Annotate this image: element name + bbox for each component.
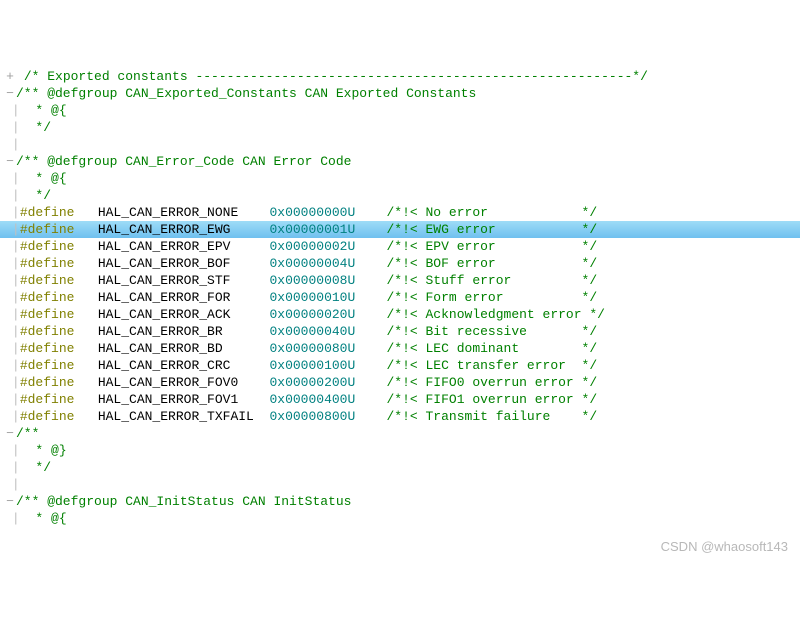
code-view: + /* Exported constants ----------------… <box>0 68 800 527</box>
fold-marker[interactable]: − <box>4 493 16 510</box>
fold-marker[interactable]: − <box>4 153 16 170</box>
fold-marker[interactable]: + <box>4 68 16 85</box>
watermark: CSDN @whaosoft143 <box>661 538 788 555</box>
fold-marker[interactable]: − <box>4 425 16 442</box>
fold-marker[interactable]: − <box>4 85 16 102</box>
